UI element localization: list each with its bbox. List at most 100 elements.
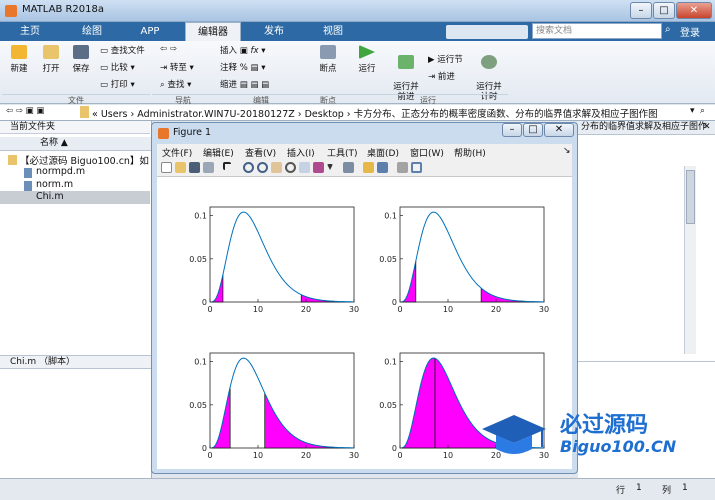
open-button[interactable]: 打开 [38,45,64,74]
address-bar[interactable]: ⇦ ⇨ ▣ ▣ « Users › Administrator.WIN7U-20… [0,105,715,121]
menu-tools[interactable]: 工具(T) [327,146,358,159]
list-item[interactable]: 【必过源码 Biguo100.cn】如 [20,153,149,167]
play-icon [359,45,375,59]
save-button[interactable]: 保存 [68,45,94,74]
list-item[interactable]: norm.m [36,179,73,190]
compare-button[interactable]: ▭ 比较 ▾ [100,61,135,73]
y-tick-label: 0.05 [189,255,207,264]
y-tick-label: 0.1 [194,212,207,221]
menu-insert[interactable]: 插入(I) [287,146,315,159]
save-icon[interactable] [189,162,200,173]
hide-tools-icon[interactable] [397,162,408,173]
print-label: 打印 [110,80,128,90]
watermark-text-en: Biguo100.CN [560,437,677,456]
maximize-button[interactable]: □ [653,2,675,19]
figure-close-button[interactable]: ✕ [544,123,574,137]
colorbar-icon[interactable] [363,162,374,173]
tab-publish[interactable]: 发布 [254,22,294,41]
dock-icon[interactable]: ↘ [563,146,571,156]
data-cursor-icon[interactable] [299,162,310,173]
comment-label: 注释 [220,63,238,73]
x-tick-label: 10 [253,305,263,314]
nav-arrows-icon[interactable]: ⇦ ⇨ ▣ ▣ [6,106,44,116]
legend-icon[interactable] [377,162,388,173]
pointer-icon[interactable] [223,162,231,170]
compare-icon: ▭ [100,63,111,73]
x-tick-label: 30 [349,451,359,460]
figure-logo-icon [158,128,169,139]
x-tick-label: 20 [301,451,311,460]
search-docs-input[interactable]: 搜索文档 [532,23,662,39]
tab-apps[interactable]: APP [130,22,170,41]
tab-editor[interactable]: 编辑器 [185,22,241,41]
menu-edit[interactable]: 编辑(E) [203,146,234,159]
login-link[interactable]: 登录 [680,24,700,39]
print-button[interactable]: ▭ 打印 ▾ [100,78,135,90]
open-label: 打开 [42,64,60,74]
menu-view[interactable]: 查看(V) [245,146,276,159]
find-button[interactable]: ⌕ 查找 ▾ [160,78,191,90]
y-tick-label: 0.05 [379,255,397,264]
name-column-header[interactable]: 名称 ▲ [0,137,152,151]
show-tools-icon[interactable] [411,162,422,173]
tab-view[interactable]: 视图 [313,22,353,41]
brush-dropdown-icon[interactable] [327,164,333,170]
menu-file[interactable]: 文件(F) [162,146,192,159]
path-dropdown-icon[interactable]: ▾ [690,106,695,116]
x-tick-label: 30 [539,305,549,314]
advance-icon: ⇥ [428,72,438,82]
link-plot-icon[interactable] [343,162,354,173]
list-item[interactable]: normpd.m [36,166,85,177]
y-tick-label: 0.05 [379,401,397,410]
save-icon [73,45,89,59]
watermark-logo: 必过源码 Biguo100.CN [476,403,706,463]
zoom-out-icon[interactable] [257,162,268,173]
comment-button[interactable]: 注释 % ▤ ▾ [220,61,266,73]
rotate-icon[interactable] [285,162,296,173]
search-icon[interactable]: ⌕ [665,24,671,35]
scrollbar-thumb[interactable] [686,170,695,224]
new-button[interactable]: 新建 [6,45,32,74]
fx-icon: fx [250,46,259,56]
browse-icon[interactable]: ⌕ [700,106,705,116]
arrow-left-icon: ⇦ [160,44,168,54]
folder-icon [43,45,59,59]
advance-button[interactable]: ⇥ 前进 [428,70,455,82]
tab-home[interactable]: 主页 [10,22,50,41]
app-title: MATLAB R2018a [22,4,105,15]
zoom-in-icon[interactable] [243,162,254,173]
insert-button[interactable]: 插入 ▣ fx ▾ [220,44,265,56]
minimize-button[interactable]: – [630,2,652,19]
indent-button[interactable]: 缩进 ▤ ▤ ▤ [220,78,269,90]
find-files-button[interactable]: ▭ 查找文件 [100,44,145,56]
row-label: 行 [616,486,626,496]
print-icon[interactable] [203,162,214,173]
menu-window[interactable]: 窗口(W) [410,146,444,159]
print-icon: ▭ [100,80,111,90]
new-figure-icon[interactable] [161,162,172,173]
editor-path-header: 分布的临界值求解及相应子图作 [578,121,715,135]
close-button[interactable]: ✕ [676,2,712,19]
run-section-button[interactable]: ▶ 运行节 [428,53,463,65]
editor-scrollbar[interactable] [684,166,696,354]
figure-minimize-button[interactable]: – [502,123,522,137]
current-path[interactable]: « Users › Administrator.WIN7U-20180127Z … [92,106,658,120]
menu-help[interactable]: 帮助(H) [454,146,486,159]
open-icon[interactable] [175,162,186,173]
close-panel-icon[interactable]: ✕ [703,122,711,132]
brush-icon[interactable] [313,162,324,173]
breakpoints-label: 断点 [319,64,337,74]
run-button[interactable]: 运行 [354,45,380,74]
menu-desktop[interactable]: 桌面(D) [367,146,399,159]
y-tick-label: 0 [202,298,207,307]
goto-button[interactable]: ⇥ 转至 ▾ [160,61,194,73]
figure-maximize-button[interactable]: □ [523,123,543,137]
back-forward-buttons[interactable]: ⇦ ⇨ [160,44,177,54]
x-tick-label: 0 [397,451,402,460]
breakpoints-button[interactable]: 断点 [316,45,340,74]
pan-icon[interactable] [271,162,282,173]
quick-access-toolbar[interactable] [446,25,528,39]
y-tick-label: 0.1 [384,358,397,367]
list-item-selected[interactable]: Chi.m [0,191,150,204]
tab-plots[interactable]: 绘图 [72,22,112,41]
